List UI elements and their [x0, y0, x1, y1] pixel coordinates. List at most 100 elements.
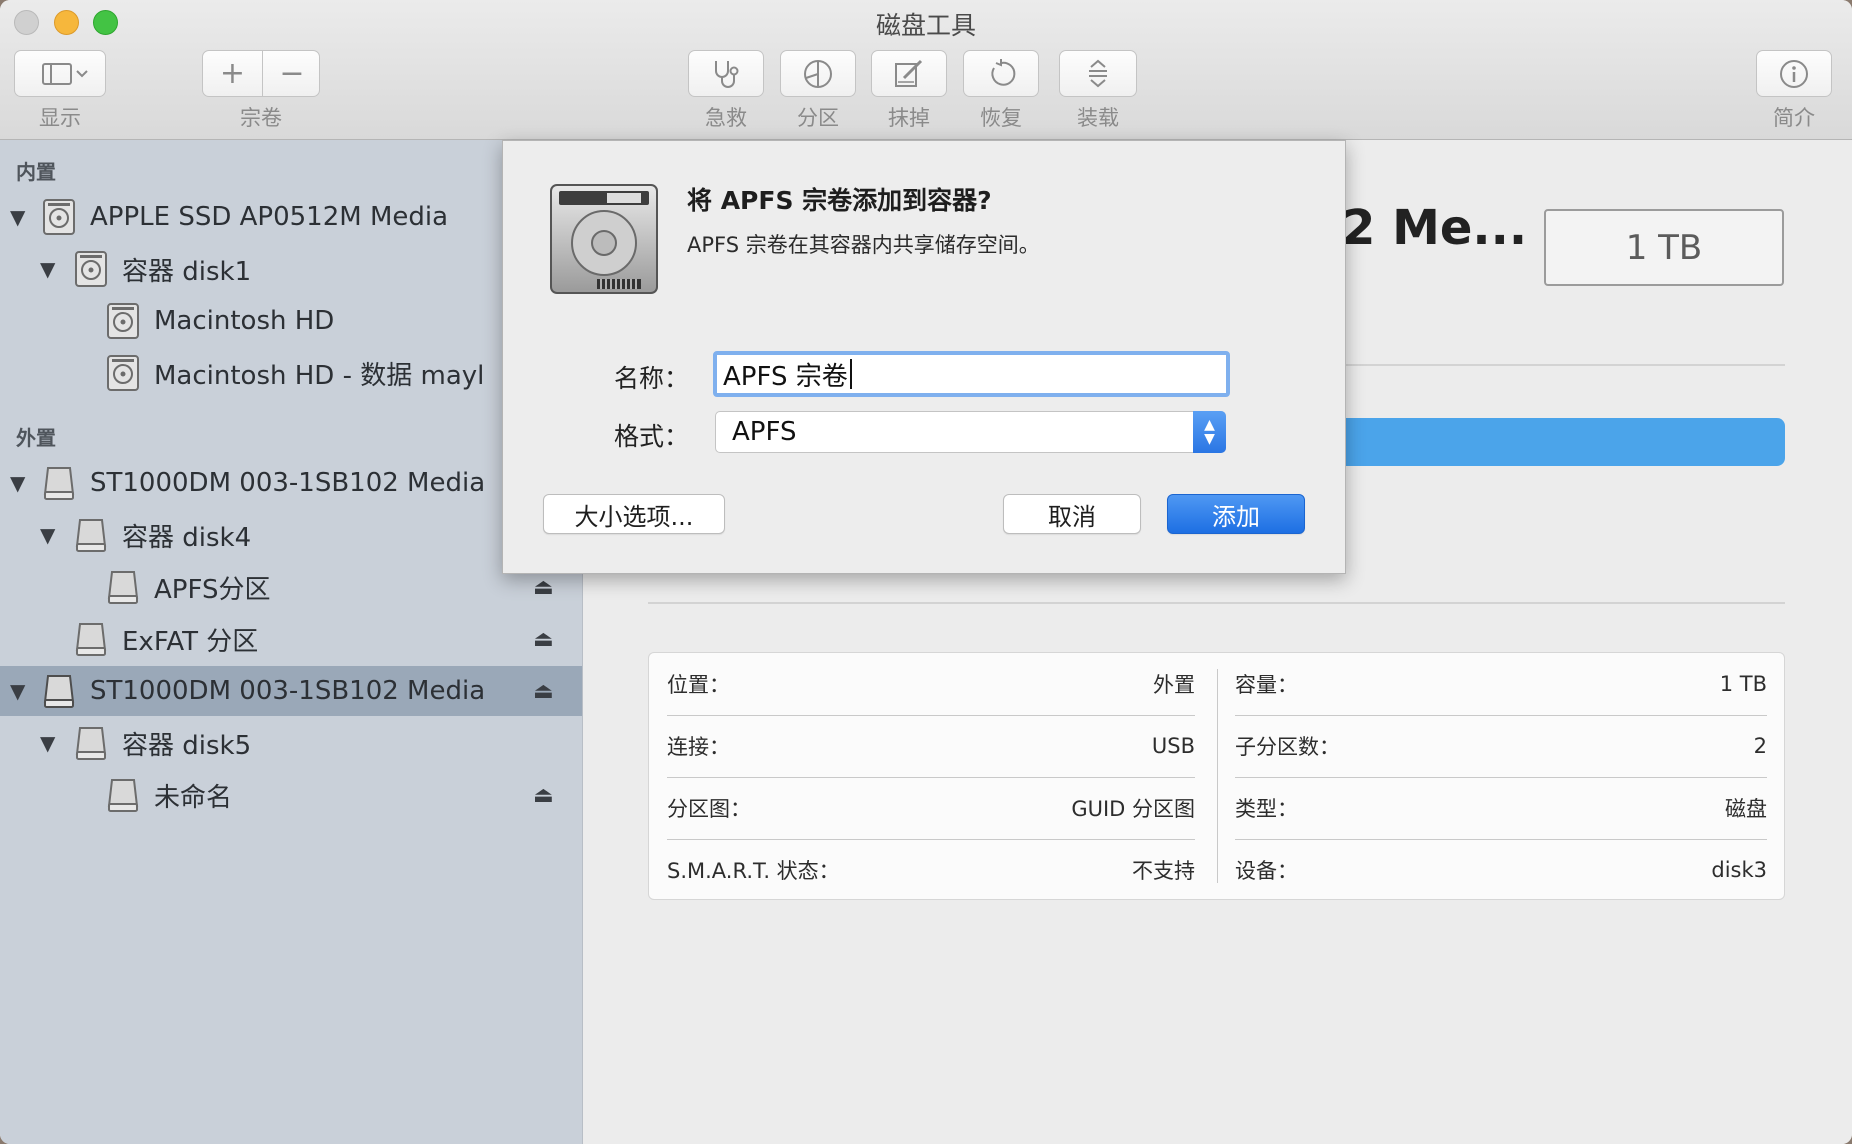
external-disk-icon: [43, 675, 75, 708]
sidebar-item-apfs-partition[interactable]: APFS分区 ⏏: [0, 562, 582, 612]
info-value: 2: [1753, 734, 1767, 758]
info-button[interactable]: [1756, 50, 1832, 97]
info-row-type: 类型： 磁盘: [1235, 777, 1767, 839]
sidebar-item-container-disk4[interactable]: ▼ 容器 disk4: [0, 510, 582, 560]
eject-icon[interactable]: ⏏: [533, 783, 554, 808]
volume-label: 宗卷: [240, 106, 282, 130]
volume-segmented-control: + −: [202, 50, 320, 97]
sidebar-item-container-disk5[interactable]: ▼ 容器 disk5: [0, 718, 582, 768]
info-row-children: 子分区数： 2: [1235, 715, 1767, 777]
format-label: 格式：: [613, 422, 689, 451]
first-aid-button[interactable]: [688, 50, 764, 97]
column-separator: [1217, 669, 1218, 883]
external-disk-icon: [75, 519, 107, 552]
info-value: 不支持: [1132, 859, 1195, 883]
eject-icon[interactable]: ⏏: [533, 575, 554, 600]
disclosure-triangle-icon[interactable]: ▼: [40, 523, 55, 547]
add-volume-button[interactable]: +: [203, 51, 262, 96]
size-options-button[interactable]: 大小选项...: [543, 494, 725, 534]
volume-name-value: APFS 宗卷: [723, 361, 848, 392]
eject-icon[interactable]: ⏏: [533, 679, 554, 704]
info-value: 外置: [1153, 673, 1195, 697]
info-row-connection: 连接： USB: [667, 715, 1195, 777]
restore-label: 恢复: [980, 106, 1022, 130]
info-key: 位置：: [667, 673, 730, 697]
sidebar-item-macintosh-hd[interactable]: Macintosh HD: [0, 296, 582, 346]
info-value: GUID 分区图: [1071, 797, 1195, 821]
disclosure-triangle-icon[interactable]: ▼: [40, 731, 55, 755]
sheet-message: APFS 宗卷在其容器内共享储存空间。: [687, 233, 1040, 257]
info-value: USB: [1151, 734, 1195, 758]
stethoscope-icon: [715, 60, 739, 88]
format-select-value: APFS: [732, 417, 797, 447]
first-aid-label: 急救: [705, 106, 747, 130]
sidebar-item-label: Macintosh HD: [154, 306, 335, 336]
format-select[interactable]: APFS ▲ ▼: [715, 411, 1226, 453]
sidebar-item-st1000dm-1[interactable]: ▼ ST1000DM 003-1SB102 Media: [0, 458, 582, 508]
sidebar-item-label: ST1000DM 003-1SB102 Media: [90, 676, 486, 706]
disclosure-triangle-icon[interactable]: ▼: [40, 257, 55, 281]
restore-arrow-icon: [991, 58, 1016, 86]
eject-icon[interactable]: ⏏: [533, 627, 554, 652]
sidebar-item-label: 容器 disk5: [122, 730, 252, 761]
external-disk-icon: [75, 727, 107, 760]
hard-drive-icon: [550, 184, 658, 294]
sidebar-item-label: APPLE SSD AP0512M Media: [90, 202, 449, 232]
sidebar-item-apple-ssd[interactable]: ▼ APPLE SSD AP0512M Media: [0, 192, 582, 242]
remove-volume-button[interactable]: −: [263, 51, 321, 96]
internal-disk-icon: [43, 199, 75, 235]
sidebar-item-label: 容器 disk4: [122, 522, 252, 553]
info-key: 类型：: [1235, 797, 1298, 821]
mount-button[interactable]: [1059, 50, 1137, 97]
disclosure-triangle-icon[interactable]: ▼: [10, 205, 25, 229]
view-button[interactable]: [14, 50, 106, 97]
mount-icon: [1089, 59, 1107, 87]
view-label: 显示: [39, 106, 81, 130]
external-disk-icon: [43, 467, 75, 500]
sidebar-toggle-icon: [42, 62, 88, 85]
info-key: 子分区数：: [1235, 735, 1340, 759]
info-row-capacity: 容量： 1 TB: [1235, 653, 1767, 715]
info-key: S.M.A.R.T. 状态：: [667, 859, 840, 883]
select-arrows-icon[interactable]: ▲ ▼: [1193, 411, 1226, 453]
disclosure-triangle-icon[interactable]: ▼: [10, 471, 25, 495]
pie-partition-icon: [804, 59, 832, 88]
info-row-location: 位置： 外置: [667, 653, 1195, 715]
info-key: 分区图：: [667, 797, 751, 821]
info-key: 容量：: [1235, 673, 1298, 697]
sidebar-item-label: Macintosh HD - 数据 mayl: [154, 360, 485, 391]
restore-button[interactable]: [963, 50, 1039, 97]
erase-button[interactable]: [871, 50, 947, 97]
sidebar-item-label: ExFAT 分区: [122, 626, 259, 657]
sidebar-item-untitled[interactable]: 未命名 ⏏: [0, 770, 582, 820]
volume-name-input[interactable]: APFS 宗卷: [713, 351, 1230, 397]
window-title: 磁盘工具: [875, 11, 976, 40]
info-icon: [1780, 59, 1808, 88]
disclosure-triangle-icon[interactable]: ▼: [10, 679, 25, 703]
add-volume-sheet: 将 APFS 宗卷添加到容器? APFS 宗卷在其容器内共享储存空间。 名称： …: [502, 140, 1346, 574]
info-row-smart: S.M.A.R.T. 状态： 不支持: [667, 839, 1195, 901]
add-button[interactable]: 添加: [1167, 494, 1305, 534]
erase-pencil-icon: [895, 59, 923, 87]
info-label: 简介: [1773, 106, 1815, 130]
partition-button[interactable]: [780, 50, 856, 97]
disk-title: 2 Me...: [1342, 200, 1528, 256]
internal-disk-icon: [75, 251, 107, 287]
sidebar-item-container-disk1[interactable]: ▼ 容器 disk1: [0, 244, 582, 294]
external-disk-icon: [107, 779, 139, 812]
info-key: 设备：: [1235, 859, 1298, 883]
sidebar-item-label: ST1000DM 003-1SB102 Media: [90, 468, 486, 498]
disk-utility-window: 磁盘工具 显示 + − 宗卷 急救 分区 抹掉 恢复 装载 简介 内置 ▼ AP…: [0, 0, 1852, 1144]
info-row-partition-map: 分区图： GUID 分区图: [667, 777, 1195, 839]
info-value: disk3: [1711, 858, 1767, 882]
sidebar-item-st1000dm-2[interactable]: ▼ ST1000DM 003-1SB102 Media ⏏: [0, 666, 582, 716]
sidebar-item-macintosh-hd-data[interactable]: Macintosh HD - 数据 mayl: [0, 348, 582, 398]
external-section-header: 外置: [16, 426, 56, 450]
sidebar-item-exfat-partition[interactable]: ExFAT 分区 ⏏: [0, 614, 582, 664]
sidebar-item-label: 未命名: [154, 782, 233, 813]
cancel-button[interactable]: 取消: [1003, 494, 1141, 534]
sidebar-item-label: 容器 disk1: [122, 256, 252, 287]
sidebar: 内置 ▼ APPLE SSD AP0512M Media ▼ 容器 disk1: [0, 140, 583, 1144]
info-panel: 位置： 外置 连接： USB 分区图： GUID 分区图 S.M.A.R.T. …: [648, 652, 1785, 900]
external-disk-icon: [107, 571, 139, 604]
